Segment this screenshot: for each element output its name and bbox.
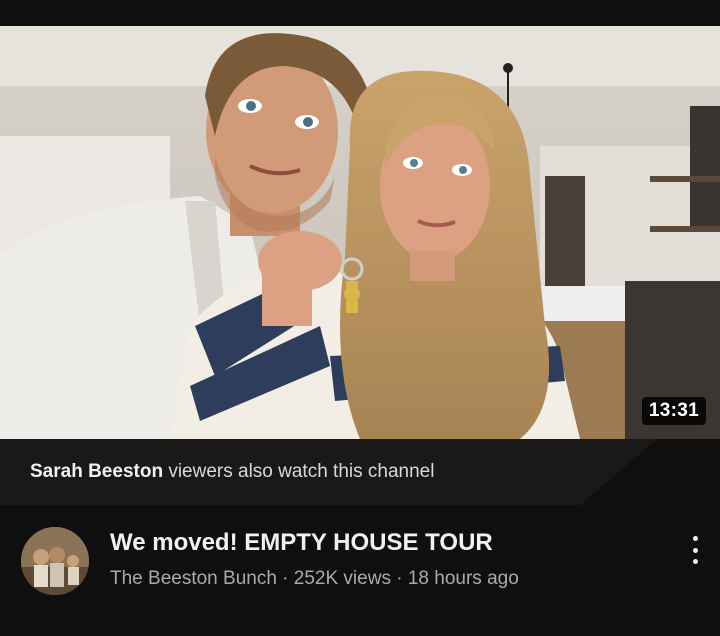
also-watch-text: Sarah Beeston viewers also watch this ch… xyxy=(30,461,434,483)
meta-separator: · xyxy=(276,568,294,589)
video-details: We moved! EMPTY HOUSE TOUR The Beeston B… xyxy=(0,505,720,636)
channel-avatar[interactable] xyxy=(21,527,89,595)
duration-badge: 13:31 xyxy=(641,397,706,425)
shelf-divider xyxy=(580,439,720,505)
avatar-image xyxy=(21,527,89,595)
top-bar xyxy=(0,0,720,26)
kebab-dot xyxy=(692,559,698,564)
kebab-dot xyxy=(692,536,698,541)
shelf-channel-name: Sarah Beeston xyxy=(30,461,164,482)
more-vert-icon[interactable] xyxy=(684,533,706,567)
channel-name[interactable]: The Beeston Bunch xyxy=(110,568,277,589)
view-count: 252K views xyxy=(293,568,391,589)
upload-age: 18 hours ago xyxy=(407,568,519,589)
meta-separator: · xyxy=(390,568,408,589)
video-title[interactable]: We moved! EMPTY HOUSE TOUR xyxy=(110,529,493,557)
thumbnail-image xyxy=(0,26,720,439)
video-thumbnail[interactable]: 13:31 xyxy=(0,26,720,439)
shelf-suffix: viewers also watch this channel xyxy=(163,461,435,482)
kebab-dot xyxy=(692,547,698,553)
also-watch-shelf: Sarah Beeston viewers also watch this ch… xyxy=(0,439,720,505)
video-meta: The Beeston Bunch · 252K views · 18 hour… xyxy=(110,568,519,590)
